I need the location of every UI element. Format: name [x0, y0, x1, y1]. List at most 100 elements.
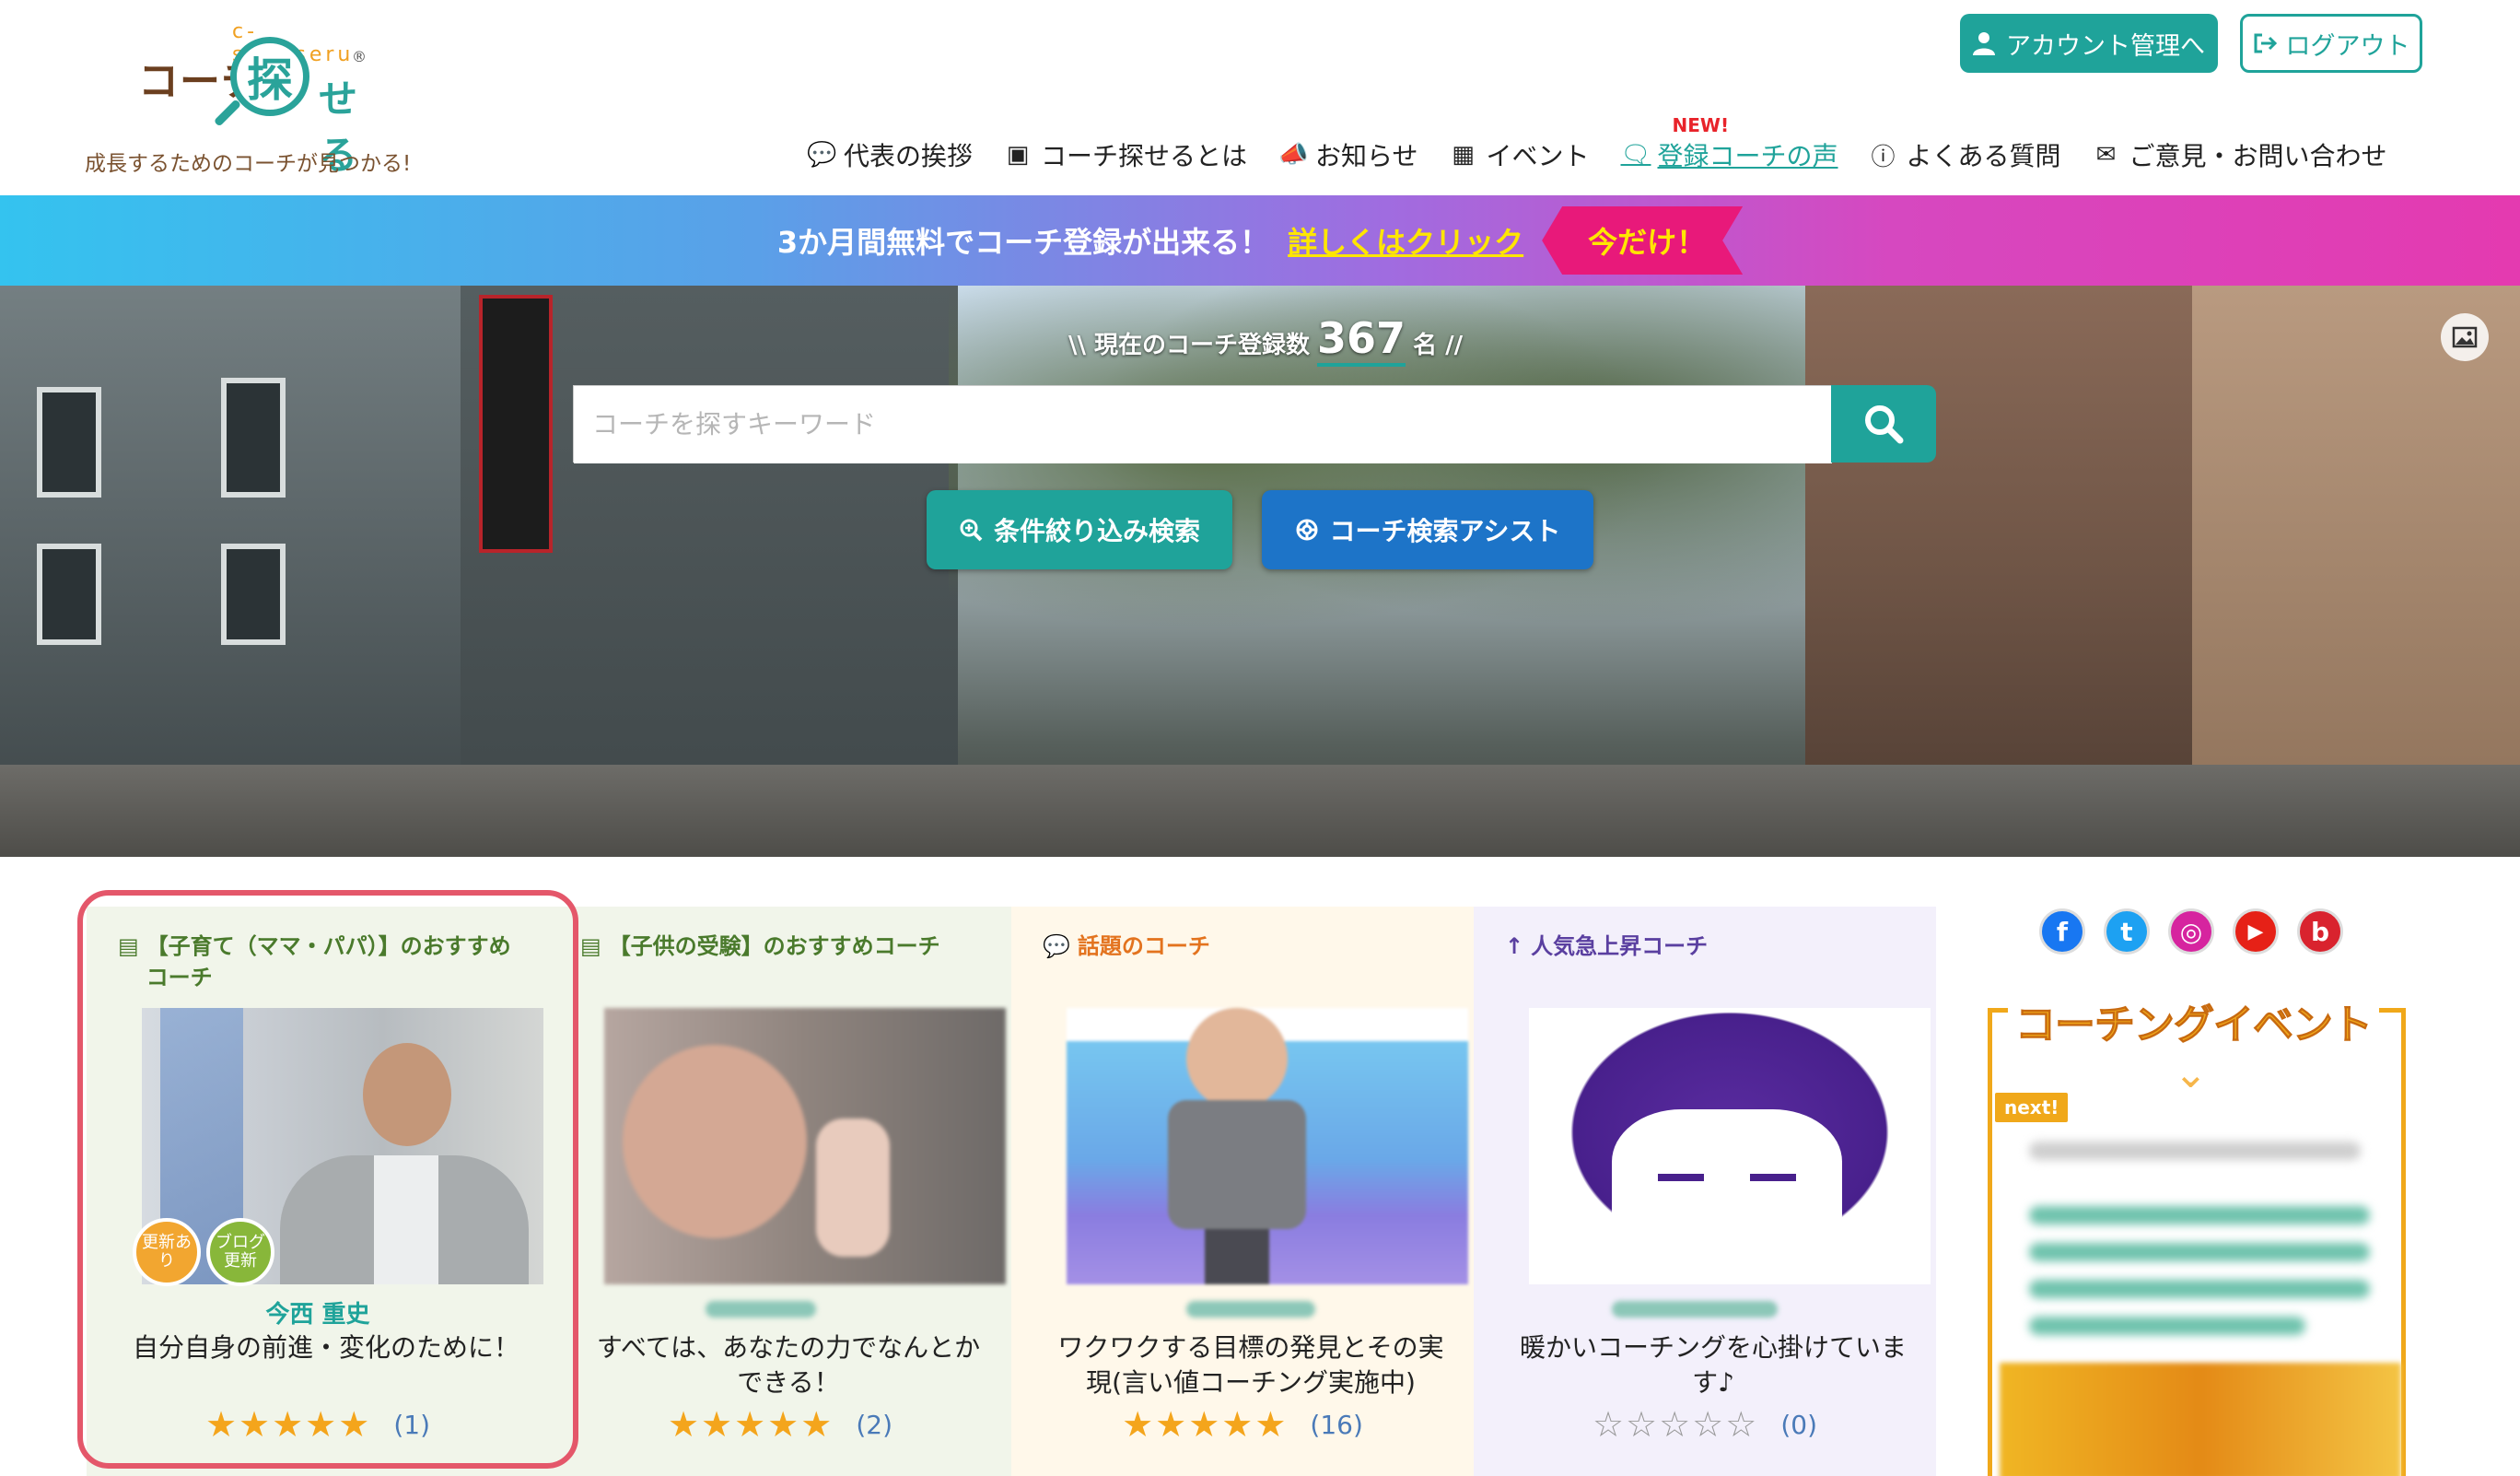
card-category-label: 【子供の受験】のおすすめコーチ [608, 933, 940, 959]
nav-item-label: イベント [1486, 141, 1590, 171]
nav-item-greeting[interactable]: 💬 代表の挨拶 [807, 136, 973, 173]
account-button-label: アカウント管理へ [2006, 31, 2205, 61]
hero-window [221, 544, 286, 645]
youtube-icon[interactable]: ▶ [2233, 908, 2279, 955]
nav-item-about[interactable]: ▣ コーチ探せるとは [1004, 136, 1247, 173]
logo-magnifier: 探 [230, 37, 309, 116]
promo-text: 3か月間無料でコーチ登録が出来る！ [776, 225, 1270, 260]
card-category: ▤ 【子供の受験】のおすすめコーチ [580, 931, 980, 999]
photo-body [1168, 1100, 1306, 1229]
card-category: 💬 話題のコーチ [1043, 931, 1442, 999]
logout-button-label: ログアウト [2285, 31, 2410, 61]
coach-card[interactable]: ▤ 【子育て（ママ・パパ）】のおすすめコーチ 更新あり ブログ更新 今西 重史 … [87, 907, 549, 1476]
coach-cards: ▤ 【子育て（ママ・パパ）】のおすすめコーチ 更新あり ブログ更新 今西 重史 … [87, 907, 1936, 1476]
coach-card[interactable]: 💬 話題のコーチ ワクワクする目標の発見とその実現(言い値コーチング実施中) ★… [1011, 907, 1474, 1476]
review-count[interactable]: (1) [393, 1410, 430, 1440]
coach-photo[interactable] [142, 1008, 543, 1284]
twitter-icon[interactable]: t [2104, 908, 2150, 955]
nav-item-label: ご意見・お問い合わせ [2129, 141, 2387, 171]
promo-details-link[interactable]: 詳しくはクリック [1288, 219, 1523, 262]
image-icon [2452, 326, 2478, 348]
photo-face [363, 1043, 451, 1146]
blurred-event-line [2029, 1142, 2361, 1160]
card-category-label: 【子育て（ママ・パパ）】のおすすめコーチ [146, 933, 511, 990]
coach-count: \\ 現在のコーチ登録数 367 名 // [1068, 313, 1463, 367]
instagram-glyph: ◎ [2179, 916, 2203, 947]
list-icon: ▤ [580, 933, 601, 959]
coach-assist-label: コーチ検索アシスト [1329, 516, 1561, 546]
question-icon: ⓘ [1871, 143, 1896, 171]
coach-count-suffix: 名 // [1413, 332, 1464, 359]
review-count[interactable]: (0) [1780, 1410, 1817, 1440]
calendar-icon: ▦ [1452, 141, 1475, 169]
photo-face [623, 1045, 807, 1238]
card-category: ↑ 人気急上昇コーチ [1505, 931, 1905, 999]
main-nav: 💬 代表の挨拶 ▣ コーチ探せるとは 📣 お知らせ ▦ イベント NEW! 🗨 … [807, 114, 2387, 175]
coach-card[interactable]: ↑ 人気急上昇コーチ 暖かいコーチングを心掛けています♪ ☆☆☆☆☆ (0) [1474, 907, 1936, 1476]
search-icon [1865, 405, 1904, 444]
blog-update-badge-label: ブログ更新 [216, 1233, 265, 1271]
image-toggle-button[interactable] [2441, 313, 2489, 361]
filter-search-button[interactable]: 条件絞り込み検索 [927, 490, 1232, 569]
nav-item-label: 代表の挨拶 [844, 141, 974, 171]
rating-stars: ☆☆☆☆☆ [1592, 1404, 1759, 1445]
nav-item-coach-voices[interactable]: NEW! 🗨 登録コーチの声 [1620, 114, 1838, 173]
nav-item-label: 登録コーチの声 [1657, 141, 1838, 171]
update-badge-label: 更新あり [142, 1233, 192, 1271]
coach-card[interactable]: ▤ 【子供の受験】のおすすめコーチ すべては、あなたの力でなんとかできる！ ★★… [549, 907, 1011, 1476]
coach-count-number: 367 [1317, 313, 1406, 367]
coach-count-prefix: \\ 現在のコーチ登録数 [1068, 332, 1311, 359]
rating-stars: ★★★★★ [204, 1404, 372, 1445]
coach-rating: ★★★★★ (16) [1011, 1404, 1474, 1445]
blurred-name [1186, 1301, 1315, 1318]
card-category-label: 人気急上昇コーチ [1531, 933, 1709, 959]
filter-search-label: 条件絞り込み検索 [993, 516, 1200, 546]
coach-photo[interactable] [1529, 1008, 1931, 1284]
coach-photo[interactable] [1067, 1008, 1468, 1284]
card-category: ▤ 【子育て（ママ・パパ）】のおすすめコーチ [118, 931, 518, 999]
chevron-down-icon: ⌄ [2174, 1050, 2208, 1097]
blurred-event-line [2029, 1206, 2370, 1224]
blog-update-badge: ブログ更新 [206, 1218, 274, 1286]
nav-item-faq[interactable]: ⓘ よくある質問 [1870, 136, 2061, 173]
coach-photo[interactable] [604, 1008, 1006, 1284]
search-input[interactable] [574, 386, 1832, 463]
mail-icon: ✉ [2095, 141, 2117, 169]
coach-rating: ☆☆☆☆☆ (0) [1474, 1404, 1936, 1445]
coach-rating: ★★★★★ (1) [87, 1404, 549, 1445]
logout-icon [2254, 33, 2277, 53]
photo-legs [1205, 1229, 1269, 1284]
review-count[interactable]: (16) [1310, 1410, 1362, 1440]
blog-icon[interactable]: b [2297, 908, 2343, 955]
coach-name[interactable]: 今西 重史 [87, 1295, 549, 1330]
event-image[interactable] [2000, 1363, 2401, 1476]
account-settings-button[interactable]: アカウント管理へ [1960, 14, 2218, 73]
search-box [573, 385, 1832, 463]
chat-icon: 🗨 [1620, 141, 1651, 169]
new-badge: NEW! [1672, 114, 1730, 136]
nav-item-contact[interactable]: ✉ ご意見・お問い合わせ [2093, 136, 2387, 173]
facebook-icon[interactable]: f [2039, 908, 2085, 955]
hero-neon-sign [479, 295, 553, 553]
photo-shirt [374, 1155, 438, 1284]
nav-item-news[interactable]: 📣 お知らせ [1278, 136, 1418, 173]
hero-street [0, 765, 2520, 857]
nav-item-events[interactable]: ▦ イベント [1449, 136, 1589, 173]
youtube-glyph: ▶ [2247, 920, 2264, 943]
photo-hand [816, 1119, 890, 1257]
site-logo[interactable]: c-sagaseru コーチ 探 せる ® [138, 20, 378, 178]
search-button[interactable] [1831, 385, 1936, 463]
promo-banner[interactable]: 3か月間無料でコーチ登録が出来る！ 詳しくはクリック 今だけ！ [0, 195, 2520, 286]
event-section-title: コーチングイベント [2008, 991, 2379, 1050]
photo-face [1186, 1008, 1288, 1109]
coach-description: ワクワクする目標の発見とその実現(言い値コーチング実施中) [1057, 1332, 1444, 1398]
instagram-icon[interactable]: ◎ [2168, 908, 2214, 955]
event-next-badge: next! [1995, 1093, 2069, 1122]
coach-rating: ★★★★★ (2) [549, 1404, 1011, 1445]
coach-assist-button[interactable]: コーチ検索アシスト [1262, 490, 1593, 569]
rating-stars: ★★★★★ [1122, 1404, 1289, 1445]
logout-button[interactable]: ログアウト [2240, 14, 2422, 73]
nav-item-label: よくある質問 [1906, 141, 2061, 171]
review-count[interactable]: (2) [856, 1410, 892, 1440]
blurred-name [706, 1301, 816, 1318]
